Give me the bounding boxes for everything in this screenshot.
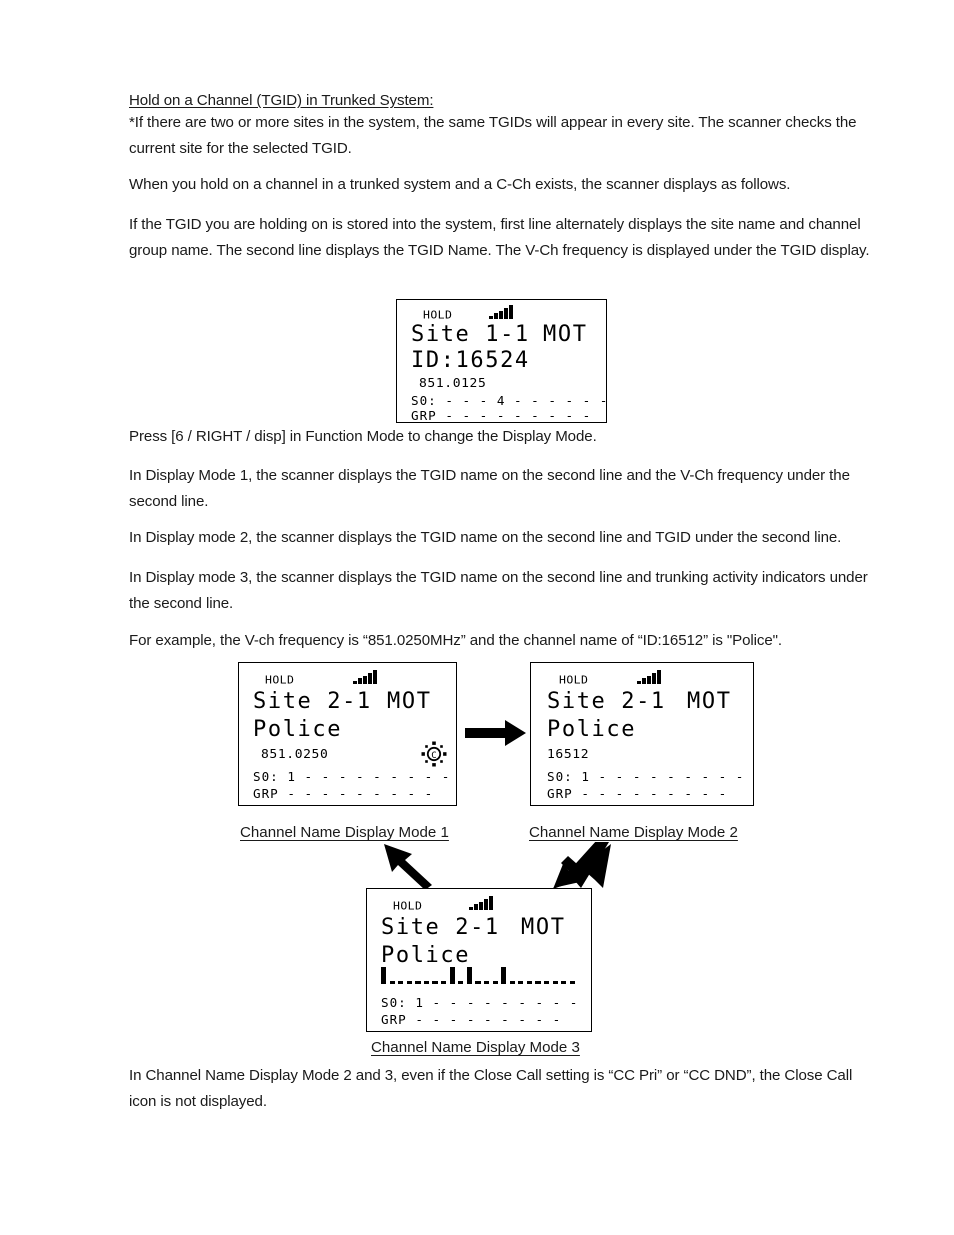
activity-bar-idle (543, 981, 550, 984)
lcd-line2-tgid-name: Police (381, 943, 471, 968)
activity-bar-idle (569, 981, 575, 984)
activity-bar-active (466, 967, 472, 984)
lcd-display-stored-tgid: HOLD Site 1-1 MOT ID:16524 851.0125 S0: … (396, 299, 607, 423)
paragraph-4: Press [6 / RIGHT / disp] in Function Mod… (129, 428, 597, 445)
lcd-system-type: MOT (521, 915, 566, 940)
caption-mode-3: Channel Name Display Mode 3 (371, 1039, 580, 1056)
paragraph-2: When you hold on a channel in a trunked … (129, 176, 791, 193)
lcd-row-s0: S0: 1 - - - - - - - - - (547, 769, 745, 784)
hold-indicator: HOLD (393, 899, 423, 913)
activity-bar-idle (509, 981, 515, 984)
arrow-right-icon (465, 718, 527, 753)
caption-mode-1: Channel Name Display Mode 1 (240, 824, 449, 841)
activity-bar-idle (552, 981, 558, 984)
activity-bar-idle (535, 981, 541, 984)
activity-bar-idle (458, 981, 464, 984)
lcd-display-mode-2: HOLD Site 2-1 MOT Police 16512 S0: 1 - -… (530, 662, 754, 806)
lcd-system-type: MOT (387, 689, 432, 714)
signal-bars-icon (637, 670, 661, 684)
lcd-line2-tgid: ID:16524 (411, 348, 530, 373)
signal-bars-icon (469, 896, 493, 910)
activity-bar-idle (406, 981, 412, 984)
lcd-line2-tgid-name: Police (547, 717, 637, 742)
lcd-line1-site: Site 2-1 (547, 689, 666, 714)
activity-bar-idle (518, 981, 524, 984)
hold-indicator: HOLD (265, 673, 295, 687)
hold-indicator: HOLD (559, 673, 589, 687)
signal-bars-icon (489, 305, 513, 319)
paragraph-1: *If there are two or more sites in the s… (129, 114, 857, 157)
activity-bar-idle (483, 981, 490, 984)
activity-bar-idle (526, 981, 533, 984)
lcd-system-type: MOT (543, 322, 588, 347)
caption-mode-2: Channel Name Display Mode 2 (529, 824, 738, 841)
paragraph-7: In Display mode 3, the scanner displays … (129, 569, 868, 612)
close-call-icon: C (421, 741, 447, 767)
lcd-line1-site: Site 2-1 (381, 915, 500, 940)
lcd-row-grp: GRP - - - - - - - - - (381, 1012, 562, 1027)
activity-bar-idle (398, 981, 404, 984)
lcd-line2-tgid-name: Police (253, 717, 343, 742)
paragraph-3: If the TGID you are holding on is stored… (129, 216, 870, 259)
lcd-system-type: MOT (687, 689, 732, 714)
activity-bar-idle (492, 981, 498, 984)
lcd-row-s0: S0: 1 - - - - - - - - - (253, 769, 451, 784)
paragraph-5: In Display Mode 1, the scanner displays … (129, 467, 850, 510)
trunking-activity-indicators (381, 967, 575, 984)
paragraph-9: In Channel Name Display Mode 2 and 3, ev… (129, 1067, 853, 1110)
activity-bar-idle (561, 981, 567, 984)
lcd-row-s0: S0: 1 - - - - - - - - - (381, 995, 579, 1010)
activity-bar-active (501, 967, 507, 984)
lcd-row-grp: GRP - - - - - - - - - (411, 408, 592, 423)
lcd-row-grp: GRP - - - - - - - - - (547, 786, 728, 801)
activity-bar-idle (475, 981, 481, 984)
lcd-tgid-value: 16512 (547, 747, 590, 762)
activity-bar-idle (432, 981, 438, 984)
lcd-frequency: 851.0125 (419, 376, 487, 391)
lcd-row-grp: GRP - - - - - - - - - (253, 786, 434, 801)
activity-bar-active (449, 967, 455, 984)
lcd-display-mode-1: HOLD Site 2-1 MOT Police 851.0250 C S0: … (238, 662, 457, 806)
activity-bar-idle (415, 981, 421, 984)
lcd-frequency: 851.0250 (261, 747, 329, 762)
document-page: Hold on a Channel (TGID) in Trunked Syst… (0, 0, 954, 1235)
hold-indicator: HOLD (423, 308, 453, 322)
lcd-line1-site: Site 1-1 (411, 322, 530, 347)
svg-text:C: C (431, 751, 436, 761)
activity-bar-idle (441, 981, 447, 984)
paragraph-8: For example, the V-ch frequency is “851.… (129, 632, 783, 649)
activity-bar-idle (389, 981, 395, 984)
activity-bar-active (381, 967, 387, 984)
signal-bars-icon (353, 670, 377, 684)
activity-bar-idle (423, 981, 430, 984)
lcd-line1-site: Site 2-1 (253, 689, 372, 714)
lcd-display-mode-3: HOLD Site 2-1 MOT Police S0: 1 - - - - -… (366, 888, 592, 1032)
lcd-row-s0: S0: - - - 4 - - - - - - (411, 393, 609, 408)
paragraph-6: In Display mode 2, the scanner displays … (129, 529, 842, 546)
